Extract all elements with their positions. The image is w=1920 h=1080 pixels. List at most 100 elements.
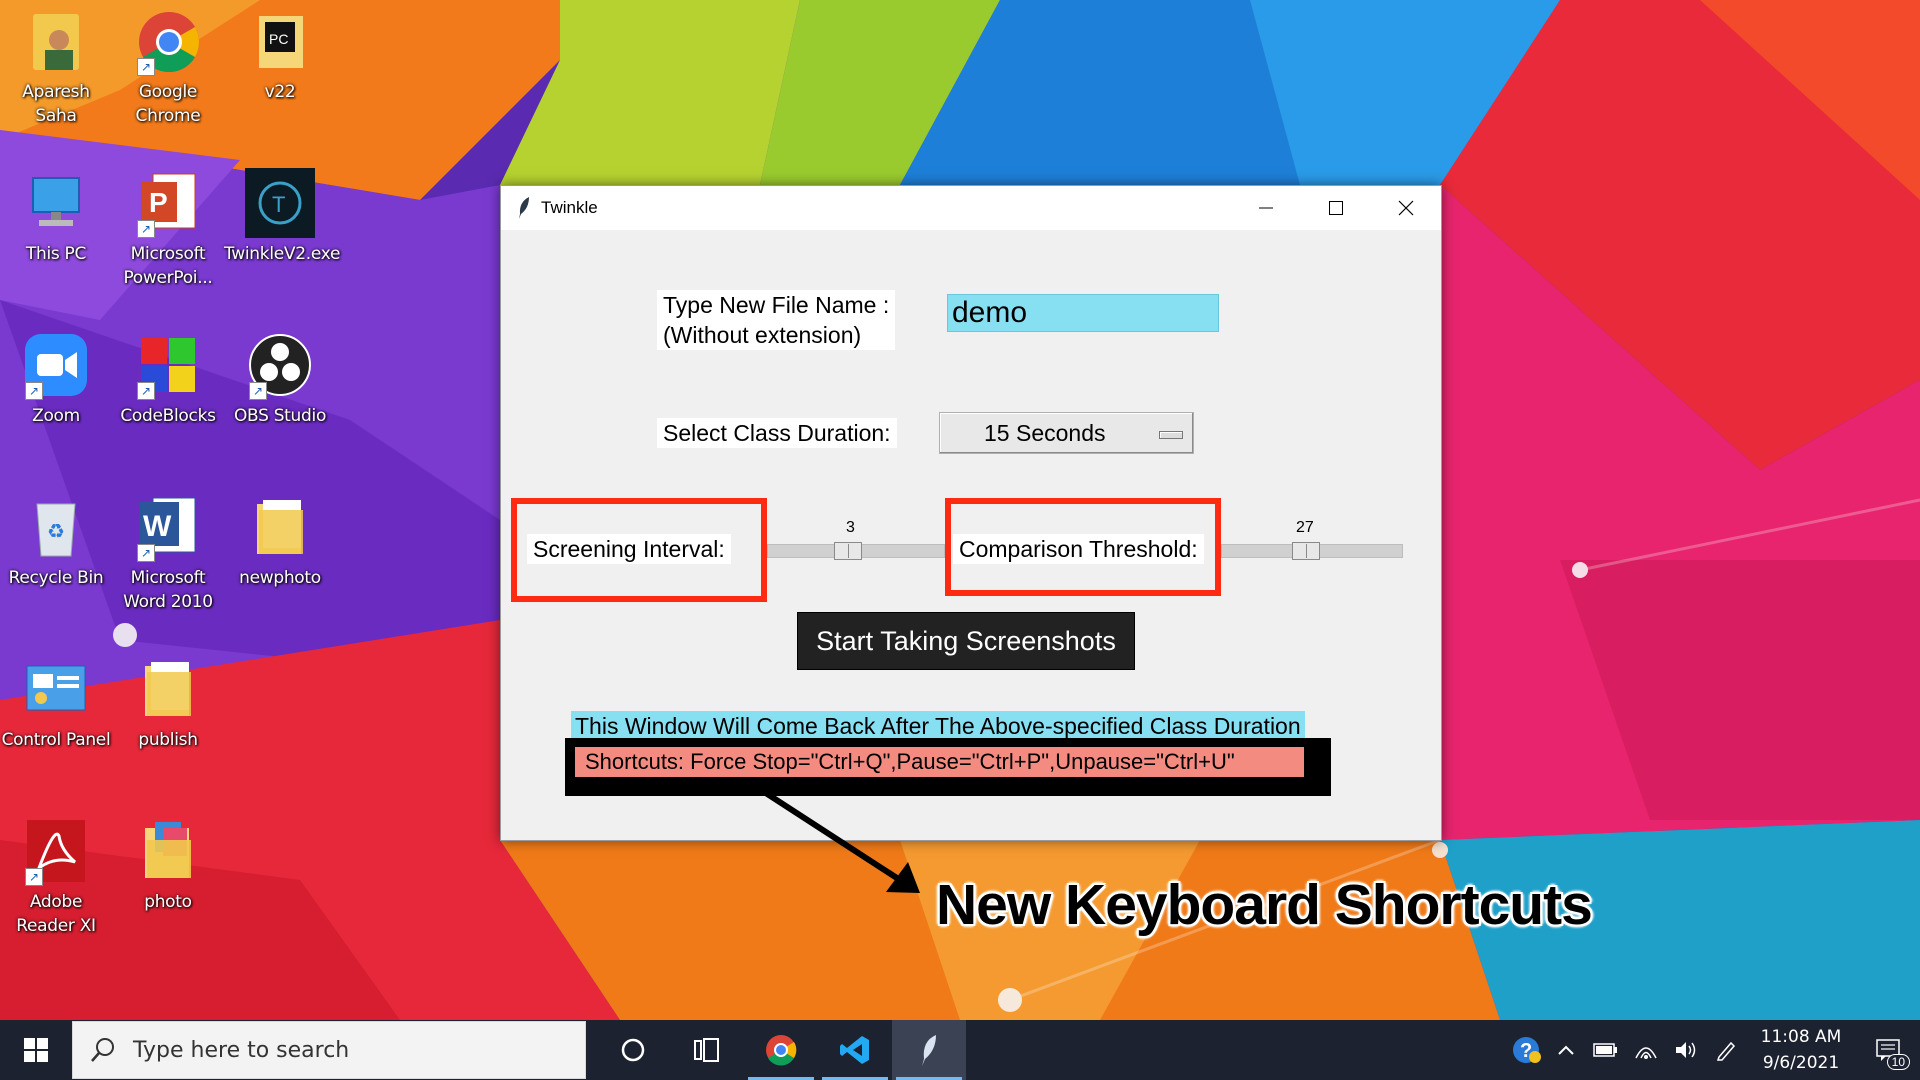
desktop-icon-label: Aparesh Saha bbox=[22, 82, 90, 126]
codeblocks-icon: ↗ bbox=[133, 330, 203, 400]
screening-interval-label: Screening Interval: bbox=[527, 534, 731, 564]
folder-icon bbox=[133, 816, 203, 886]
svg-text:♻: ♻ bbox=[47, 519, 65, 543]
svg-text:T: T bbox=[272, 192, 285, 217]
battery-icon bbox=[1593, 1043, 1617, 1057]
start-screenshots-button[interactable]: Start Taking Screenshots bbox=[797, 612, 1135, 670]
svg-text:P: P bbox=[149, 187, 168, 218]
twinkle-window: Twinkle Type New File Name : (Without ext… bbox=[500, 185, 1442, 841]
taskbar-vscode[interactable] bbox=[818, 1020, 892, 1080]
desktop-icon-twinklev2[interactable]: T TwinkleV2.exe bbox=[224, 162, 340, 266]
minimize-icon bbox=[1259, 207, 1273, 209]
desktop-icon-codeblocks[interactable]: ↗ CodeBlocks bbox=[112, 324, 224, 428]
desktop-icon-adobe-reader[interactable]: ↗ Adobe Reader XI bbox=[0, 810, 112, 938]
desktop-icon-user-folder[interactable]: Aparesh Saha bbox=[0, 0, 112, 128]
duration-label: Select Class Duration: bbox=[657, 418, 897, 448]
desktop-icon-control-panel[interactable]: Control Panel bbox=[0, 648, 112, 752]
annotation-text: New Keyboard Shortcuts bbox=[936, 873, 1593, 937]
maximize-icon bbox=[1329, 201, 1343, 215]
user-folder-icon bbox=[21, 6, 91, 76]
zoom-icon: ↗ bbox=[21, 330, 91, 400]
desktop-icon-publish[interactable]: publish bbox=[112, 648, 224, 752]
annotation-arrow bbox=[756, 785, 920, 893]
filename-label: Type New File Name : (Without extension) bbox=[657, 290, 896, 350]
task-view-icon bbox=[694, 1038, 719, 1062]
folder-icon bbox=[133, 654, 203, 724]
notification-center-button[interactable]: 10 bbox=[1856, 1020, 1920, 1080]
taskbar-search-box[interactable]: Type here to search bbox=[72, 1021, 586, 1079]
desktop-icon-v22[interactable]: PC v22 bbox=[224, 0, 336, 104]
desktop-icon-google-chrome[interactable]: ↗ Google Chrome bbox=[112, 0, 224, 128]
wifi-icon bbox=[1635, 1047, 1657, 1059]
windows-logo-icon bbox=[24, 1038, 48, 1062]
cortana-button[interactable] bbox=[596, 1020, 670, 1080]
computer-icon bbox=[21, 168, 91, 238]
chrome-icon bbox=[766, 1035, 797, 1066]
help-tray-button[interactable]: ? bbox=[1506, 1020, 1546, 1080]
cortana-icon bbox=[621, 1038, 645, 1062]
taskbar: Type here to search ? 11:08 AM 9/6/2021 … bbox=[0, 1020, 1920, 1080]
window-title: Twinkle bbox=[541, 198, 598, 217]
window-title-bar[interactable]: Twinkle bbox=[501, 186, 1441, 230]
notification-count: 10 bbox=[1886, 1054, 1910, 1070]
wifi-tray-button[interactable] bbox=[1626, 1020, 1666, 1080]
desktop-icon-photo[interactable]: photo bbox=[112, 810, 224, 914]
system-tray: ? 11:08 AM 9/6/2021 10 bbox=[1506, 1020, 1920, 1080]
search-icon bbox=[91, 1038, 114, 1062]
desktop-icon-newphoto[interactable]: newphoto bbox=[224, 486, 336, 590]
folder-icon bbox=[245, 492, 315, 562]
taskbar-chrome[interactable] bbox=[744, 1020, 818, 1080]
desktop-icon-zoom[interactable]: ↗ Zoom bbox=[0, 324, 112, 428]
volume-tray-button[interactable] bbox=[1666, 1020, 1706, 1080]
start-button[interactable] bbox=[0, 1020, 72, 1080]
pen-icon bbox=[1716, 1041, 1736, 1061]
comparison-threshold-slider[interactable] bbox=[1221, 542, 1403, 560]
filename-input[interactable] bbox=[947, 294, 1219, 332]
clock-date: 9/6/2021 bbox=[1762, 1053, 1840, 1073]
clock-time: 11:08 AM bbox=[1760, 1027, 1842, 1047]
comparison-threshold-label: Comparison Threshold: bbox=[953, 534, 1204, 564]
desktop-icon-this-pc[interactable]: This PC bbox=[0, 162, 112, 266]
obs-icon: ↗ bbox=[245, 330, 315, 400]
vscode-icon bbox=[840, 1036, 869, 1064]
screening-interval-slider[interactable] bbox=[767, 542, 945, 560]
shortcut-arrow-icon: ↗ bbox=[137, 58, 155, 76]
recycle-bin-icon: ♻ bbox=[21, 492, 91, 562]
svg-text:W: W bbox=[143, 510, 172, 543]
desktop-icon-word[interactable]: W ↗ Microsoft Word 2010 bbox=[112, 486, 224, 614]
taskbar-clock[interactable]: 11:08 AM 9/6/2021 bbox=[1746, 1024, 1856, 1076]
help-icon: ? bbox=[1513, 1037, 1541, 1063]
battery-tray-button[interactable] bbox=[1586, 1020, 1626, 1080]
volume-icon bbox=[1676, 1042, 1696, 1058]
pen-tray-button[interactable] bbox=[1706, 1020, 1746, 1080]
twinkle-app-icon: T bbox=[245, 168, 315, 238]
threshold-slider-thumb[interactable] bbox=[1292, 542, 1320, 560]
folder-icon: PC bbox=[245, 6, 315, 76]
taskbar-twinkle[interactable] bbox=[892, 1020, 966, 1080]
powerpoint-icon: P ↗ bbox=[133, 168, 203, 238]
svg-text:PC: PC bbox=[269, 31, 288, 47]
close-button[interactable] bbox=[1371, 186, 1441, 230]
comparison-threshold-value: 27 bbox=[1296, 519, 1314, 536]
duration-dropdown[interactable]: 15 Seconds bbox=[939, 412, 1194, 454]
shortcuts-label: Shortcuts: Force Stop="Ctrl+Q",Pause="Ct… bbox=[575, 747, 1304, 777]
shortcuts-highlight-box: Shortcuts: Force Stop="Ctrl+Q",Pause="Ct… bbox=[565, 738, 1331, 796]
screening-interval-value: 3 bbox=[846, 519, 855, 536]
maximize-button[interactable] bbox=[1301, 186, 1371, 230]
adobe-reader-icon: ↗ bbox=[21, 816, 91, 886]
show-hidden-icons-button[interactable] bbox=[1546, 1020, 1586, 1080]
feather-icon bbox=[519, 197, 529, 219]
duration-value: 15 Seconds bbox=[984, 419, 1106, 446]
feather-icon bbox=[922, 1035, 936, 1066]
screening-slider-thumb[interactable] bbox=[834, 542, 862, 560]
desktop-icon-obs-studio[interactable]: ↗ OBS Studio bbox=[224, 324, 336, 428]
control-panel-icon bbox=[21, 654, 91, 724]
desktop-icon-recycle-bin[interactable]: ♻ Recycle Bin bbox=[0, 486, 112, 590]
minimize-button[interactable] bbox=[1231, 186, 1301, 230]
desktop-icon-powerpoint[interactable]: P ↗ Microsoft PowerPoi... bbox=[112, 162, 224, 290]
close-icon bbox=[1398, 200, 1414, 216]
task-view-button[interactable] bbox=[670, 1020, 744, 1080]
word-icon: W ↗ bbox=[133, 492, 203, 562]
chevron-up-icon bbox=[1558, 1045, 1574, 1055]
search-placeholder: Type here to search bbox=[133, 1037, 350, 1063]
